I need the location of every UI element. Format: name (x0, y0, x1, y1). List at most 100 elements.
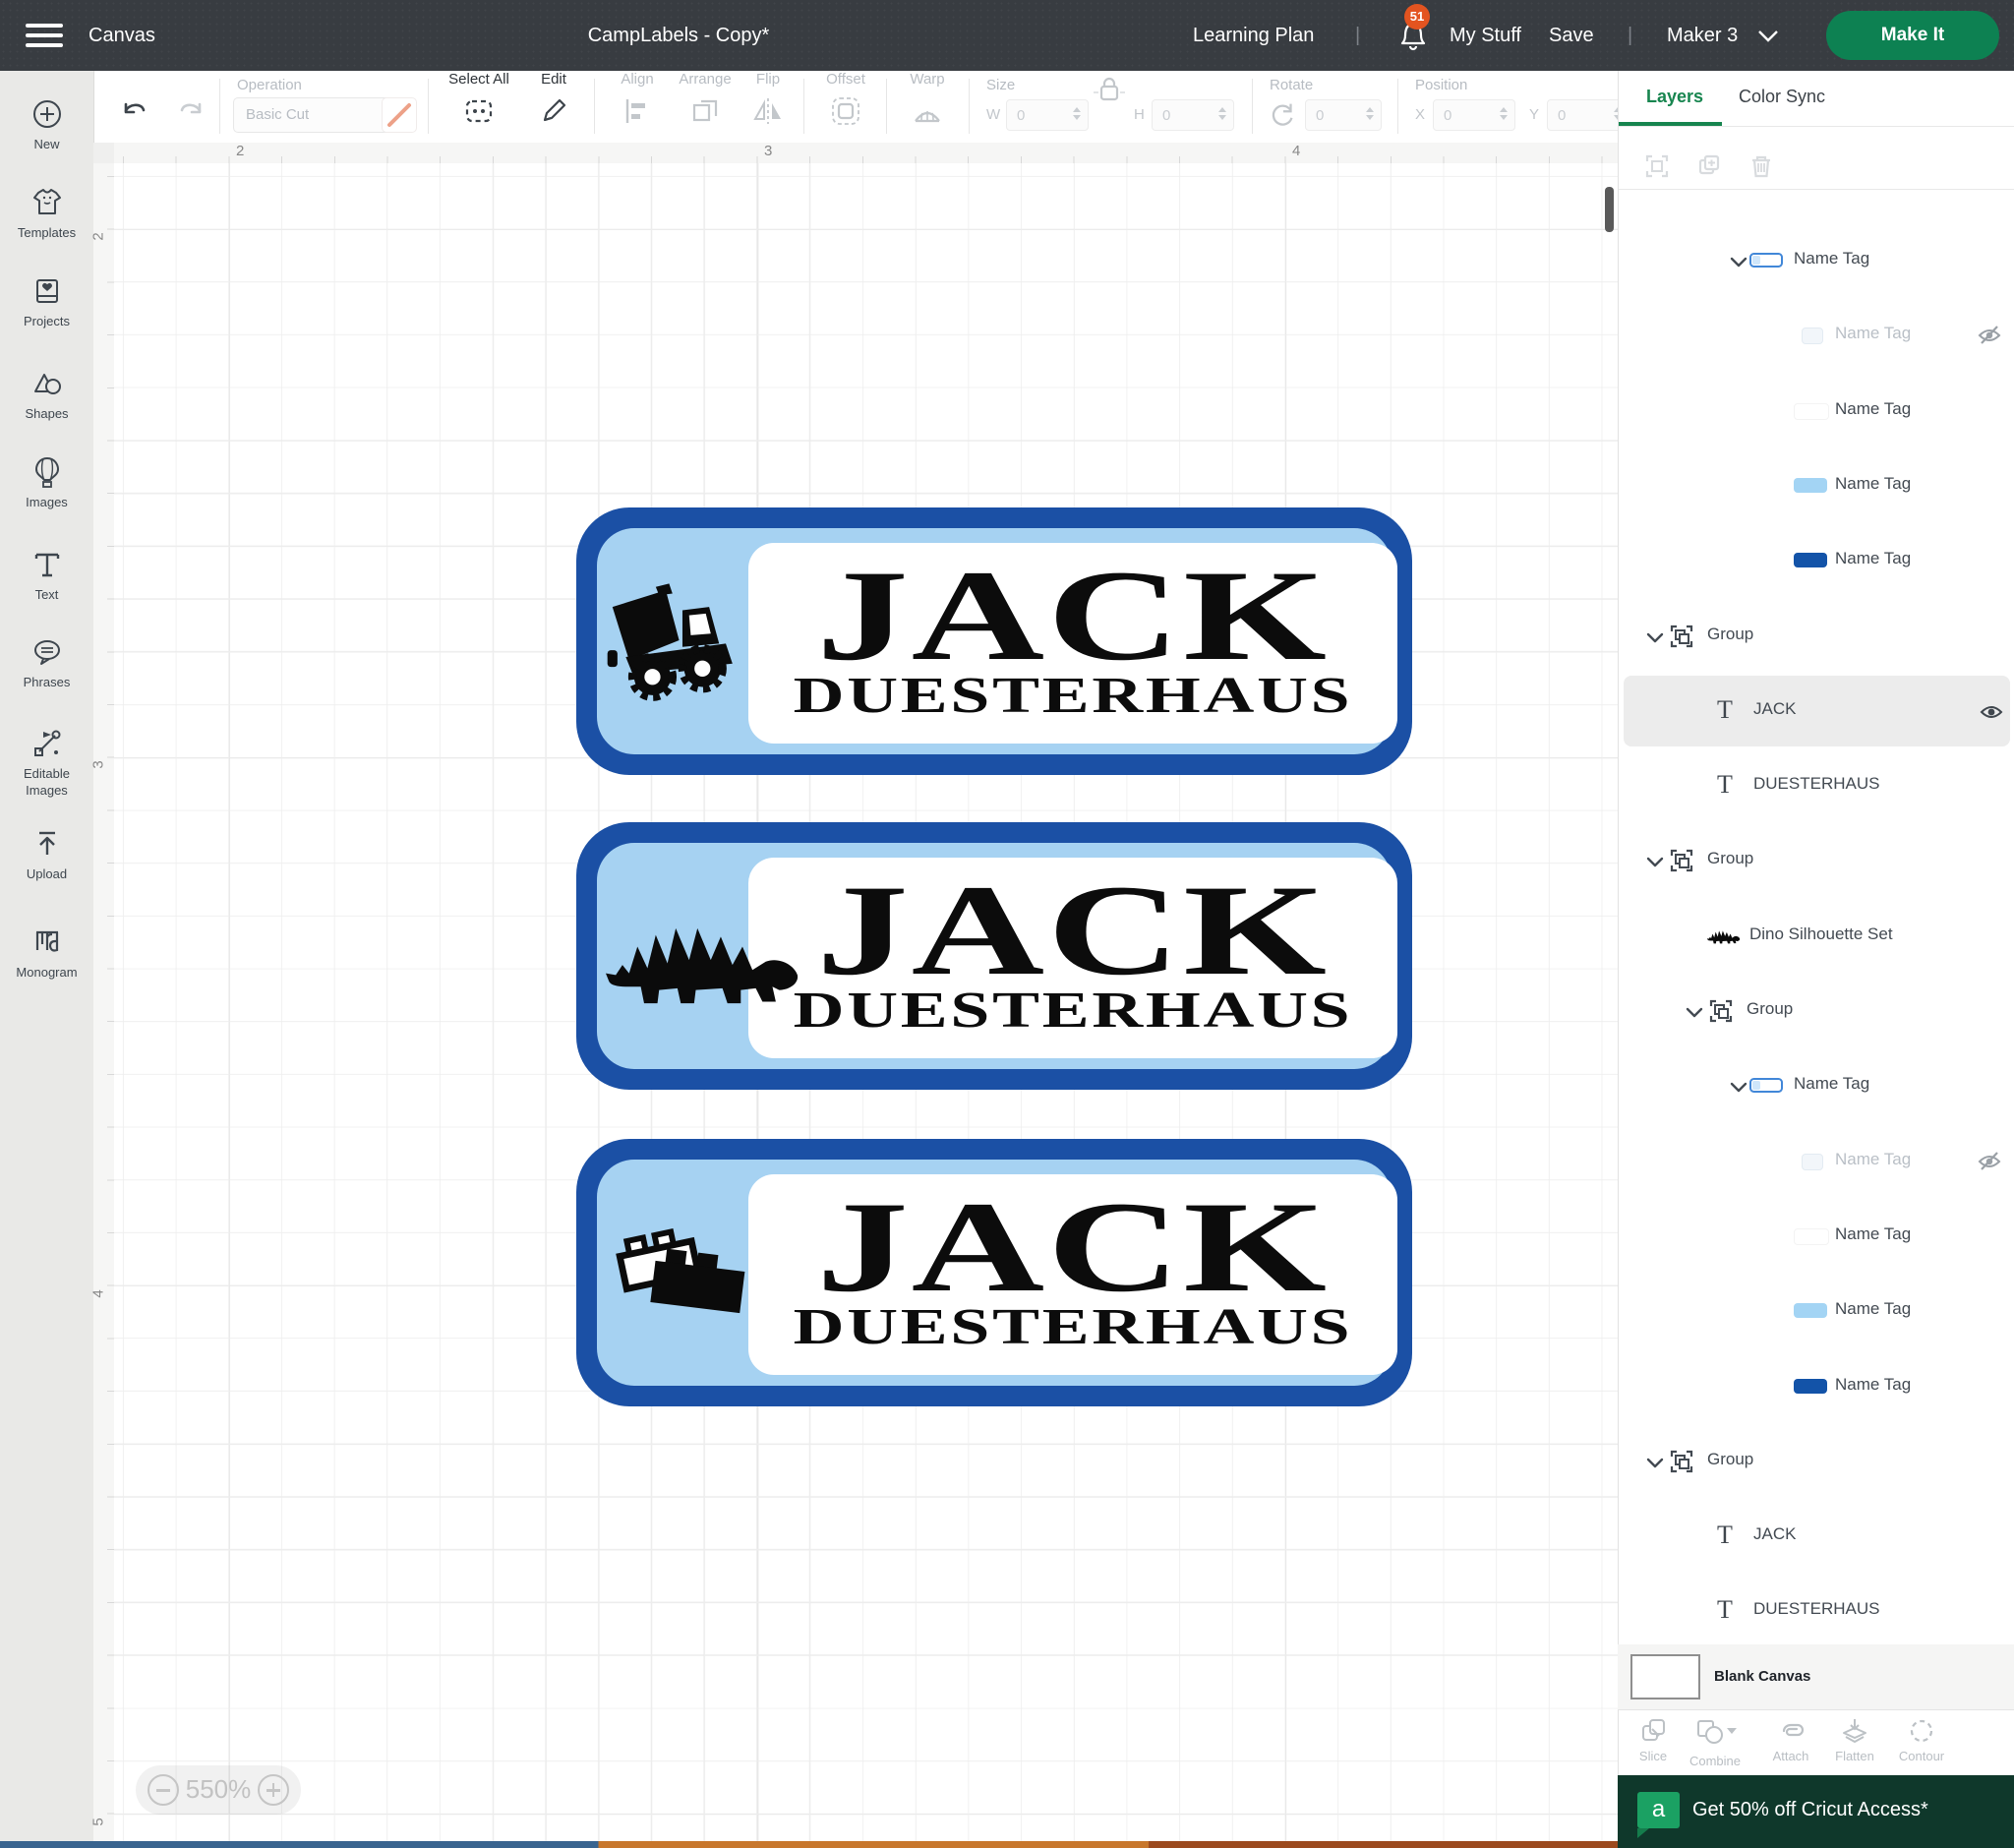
chevron-down-icon[interactable] (1643, 851, 1667, 870)
layer-row-name-tag[interactable]: Name Tag (1619, 1048, 2014, 1123)
blank-canvas-label: Blank Canvas (1714, 1668, 1810, 1685)
eye-icon[interactable] (1978, 698, 2005, 726)
offset-button[interactable]: Offset (813, 71, 878, 129)
duplicate-layer-icon[interactable] (1695, 152, 1723, 180)
layer-row-dino-silhouette-set[interactable]: Dino Silhouette Set (1619, 899, 2014, 974)
layer-row-group[interactable]: Group (1619, 974, 2014, 1048)
group-layers-icon[interactable] (1643, 152, 1671, 180)
sidebar-item-projects[interactable]: Projects (0, 273, 93, 329)
layer-row-jack[interactable]: TJACK (1619, 674, 2014, 748)
design-canvas[interactable]: JACKDUESTERHAUS JACKDUESTERHAUS JACKDUESTE… (114, 163, 1621, 1841)
layer-color-swatch (1794, 1228, 1829, 1245)
project-title[interactable]: CampLabels - Copy* (588, 0, 770, 71)
size-lock-icon[interactable] (1092, 73, 1127, 104)
select-all-icon (461, 93, 497, 129)
chevron-down-icon[interactable] (1683, 1001, 1706, 1021)
sidebar-item-label: Templates (0, 224, 93, 241)
chevron-down-icon[interactable] (1727, 251, 1750, 270)
align-button[interactable]: Align (605, 71, 670, 129)
rotate-icon[interactable] (1266, 98, 1299, 132)
sidebar-item-shapes[interactable]: Shapes (0, 366, 93, 422)
upload-icon (0, 826, 93, 862)
width-input[interactable]: 0 (1006, 99, 1089, 131)
tab-layers[interactable]: Layers (1646, 87, 1703, 107)
layer-color-swatch (1794, 403, 1829, 420)
select-all-button[interactable]: Select All (440, 71, 518, 129)
layer-row-group[interactable]: Group (1619, 1424, 2014, 1499)
layer-label: DUESTERHAUS (1753, 1599, 1879, 1619)
sidebar-item-upload[interactable]: Upload (0, 826, 93, 882)
layer-row-group[interactable]: Group (1619, 823, 2014, 898)
layer-label: Group (1707, 625, 1753, 644)
slice-icon (1622, 1716, 1685, 1746)
tab-color-sync[interactable]: Color Sync (1739, 87, 1825, 107)
sidebar-item-phrases[interactable]: Phrases (0, 634, 93, 690)
sidebar-item-label: Images (0, 494, 93, 510)
sidebar-item-templates[interactable]: Templates (0, 185, 93, 241)
layer-row-name-tag[interactable]: Name Tag (1619, 1349, 2014, 1424)
flatten-button[interactable]: Flatten (1823, 1716, 1886, 1763)
sidebar-item-editable-images[interactable]: EditableImages (0, 726, 93, 799)
layer-row-group[interactable]: Group (1619, 599, 2014, 674)
combine-button[interactable]: Combine (1684, 1716, 1747, 1768)
action-label: Flatten (1823, 1749, 1886, 1763)
warp-button[interactable]: Warp (896, 71, 959, 129)
layer-row-name-tag[interactable]: Name Tag (1619, 1124, 2014, 1199)
x-position-input[interactable]: 0 (1433, 99, 1515, 131)
ruler-corner (93, 143, 115, 164)
cricut-access-banner[interactable]: a Get 50% off Cricut Access* (1618, 1775, 2014, 1848)
eye-off-icon[interactable] (1976, 1148, 2003, 1175)
layer-row-name-tag[interactable]: Name Tag (1619, 448, 2014, 523)
layer-row-name-tag[interactable]: Name Tag (1619, 1274, 2014, 1348)
layer-row-duesterhaus[interactable]: TDUESTERHAUS (1619, 1574, 2014, 1648)
make-it-button[interactable]: Make It (1826, 11, 1999, 60)
layer-row-name-tag[interactable]: Name Tag (1619, 223, 2014, 298)
contour-button[interactable]: Contour (1890, 1716, 1953, 1763)
canvas-vertical-scrollbar[interactable] (1605, 187, 1614, 232)
layer-row-name-tag[interactable]: Name Tag (1619, 374, 2014, 448)
name-tag-1[interactable]: JACKDUESTERHAUS (576, 507, 1412, 775)
undo-icon[interactable] (118, 94, 153, 122)
attach-icon (1759, 1716, 1822, 1746)
sidebar-item-new[interactable]: New (0, 96, 93, 152)
operation-color-swatch[interactable] (382, 97, 417, 133)
align-icon (620, 93, 655, 129)
sidebar-item-monogram[interactable]: Monogram (0, 924, 93, 981)
width-stepper[interactable] (1073, 107, 1083, 125)
blank-canvas-row[interactable]: Blank Canvas (1618, 1644, 2014, 1709)
layer-row-name-tag[interactable]: Name Tag (1619, 1199, 2014, 1274)
height-input[interactable]: 0 (1152, 99, 1234, 131)
machine-selector[interactable]: Maker 3 (1667, 0, 1738, 71)
flip-button[interactable]: Flip (740, 71, 796, 129)
layer-row-name-tag[interactable]: Name Tag (1619, 298, 2014, 373)
zoom-in-button[interactable] (258, 1774, 289, 1806)
cricut-design-space-window: Canvas CampLabels - Copy* Learning Plan … (0, 0, 2014, 1848)
eye-off-icon[interactable] (1976, 322, 2003, 349)
chevron-down-icon[interactable] (1643, 626, 1667, 646)
text-icon (0, 547, 93, 582)
name-tag-3[interactable]: JACKDUESTERHAUS (576, 1139, 1412, 1406)
save-button[interactable]: Save (1549, 0, 1594, 71)
attach-button[interactable]: Attach (1759, 1716, 1822, 1763)
layer-color-swatch-hidden (1802, 1154, 1823, 1170)
delete-layer-icon[interactable] (1747, 152, 1775, 180)
learning-plan-link[interactable]: Learning Plan (1193, 0, 1314, 71)
machine-chevron-down-icon[interactable] (1756, 29, 1780, 44)
rotate-input[interactable]: 0 (1305, 99, 1382, 131)
layer-label: Group (1707, 849, 1753, 868)
my-stuff-link[interactable]: My Stuff (1450, 0, 1521, 71)
layer-row-name-tag[interactable]: Name Tag (1619, 523, 2014, 598)
name-tag-2[interactable]: JACKDUESTERHAUS (576, 822, 1412, 1090)
redo-icon[interactable] (172, 94, 207, 122)
layer-row-duesterhaus[interactable]: TDUESTERHAUS (1619, 748, 2014, 823)
layer-row-jack[interactable]: TJACK (1619, 1499, 2014, 1574)
sidebar-item-images[interactable]: Images (0, 454, 93, 510)
chevron-down-icon[interactable] (1643, 1452, 1667, 1471)
chevron-down-icon[interactable] (1727, 1076, 1750, 1096)
action-label: Attach (1759, 1749, 1822, 1763)
menu-icon[interactable] (26, 24, 63, 47)
edit-button[interactable]: Edit (524, 71, 583, 129)
slice-button[interactable]: Slice (1622, 1716, 1685, 1763)
sidebar-item-text[interactable]: Text (0, 547, 93, 603)
arrange-button[interactable]: Arrange (670, 71, 740, 129)
